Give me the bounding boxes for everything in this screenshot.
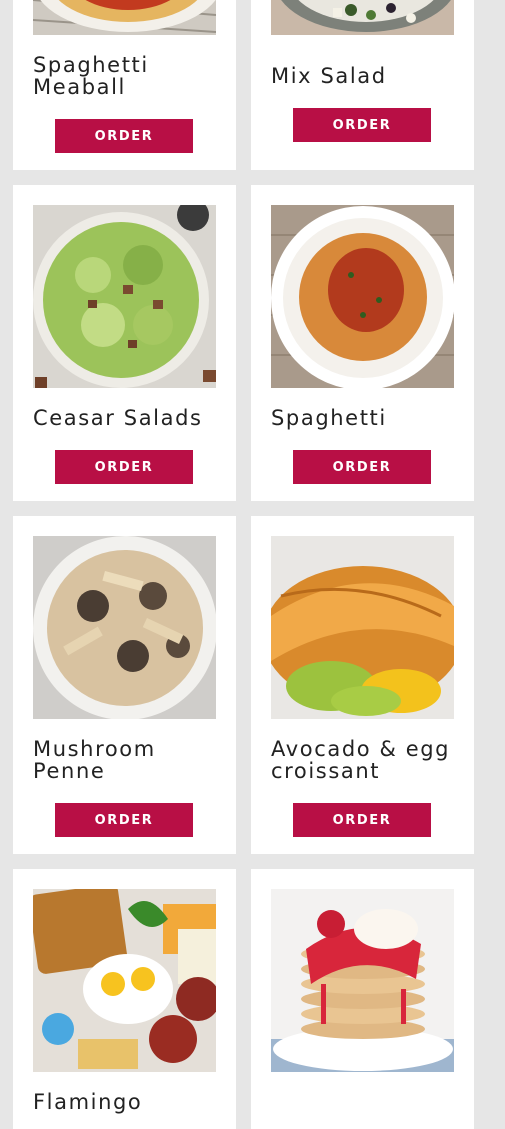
pancakes-image <box>271 889 454 1072</box>
menu-card-mix-salad: Mix Salad ORDER <box>251 0 474 170</box>
menu-card-avocado-egg-croissant: Avocado & egg croissant ORDER <box>251 516 474 854</box>
avocado-egg-croissant-image <box>271 536 454 719</box>
menu-card-pancakes <box>251 869 474 1129</box>
item-name: Flamingo <box>33 1090 143 1114</box>
breakfast-plate-image <box>33 889 216 1072</box>
item-name: Mix Salad <box>271 64 387 88</box>
order-button[interactable]: ORDER <box>293 450 431 484</box>
spaghetti-image <box>271 205 454 388</box>
menu-card-flamingo: Flamingo <box>13 869 236 1129</box>
mushroom-penne-image <box>33 536 216 719</box>
spaghetti-meatball-image <box>33 0 216 35</box>
item-name: Avocado & egg croissant <box>271 737 451 783</box>
mix-salad-image <box>271 0 454 35</box>
menu-card-mushroom-penne: Mushroom Penne ORDER <box>13 516 236 854</box>
order-button[interactable]: ORDER <box>293 108 431 142</box>
ceasar-salad-image <box>33 205 216 388</box>
menu-card-ceasar-salads: Ceasar Salads ORDER <box>13 185 236 501</box>
item-name: Spaghetti Meaball <box>33 53 149 99</box>
item-name: Spaghetti <box>271 406 387 430</box>
menu-card-spaghetti: Spaghetti ORDER <box>251 185 474 501</box>
order-button[interactable]: ORDER <box>293 803 431 837</box>
order-button[interactable]: ORDER <box>55 119 193 153</box>
item-name: Mushroom Penne <box>33 737 156 783</box>
order-button[interactable]: ORDER <box>55 450 193 484</box>
item-name: Ceasar Salads <box>33 406 203 430</box>
menu-card-spaghetti-meaball: Spaghetti Meaball ORDER <box>13 0 236 170</box>
order-button[interactable]: ORDER <box>55 803 193 837</box>
